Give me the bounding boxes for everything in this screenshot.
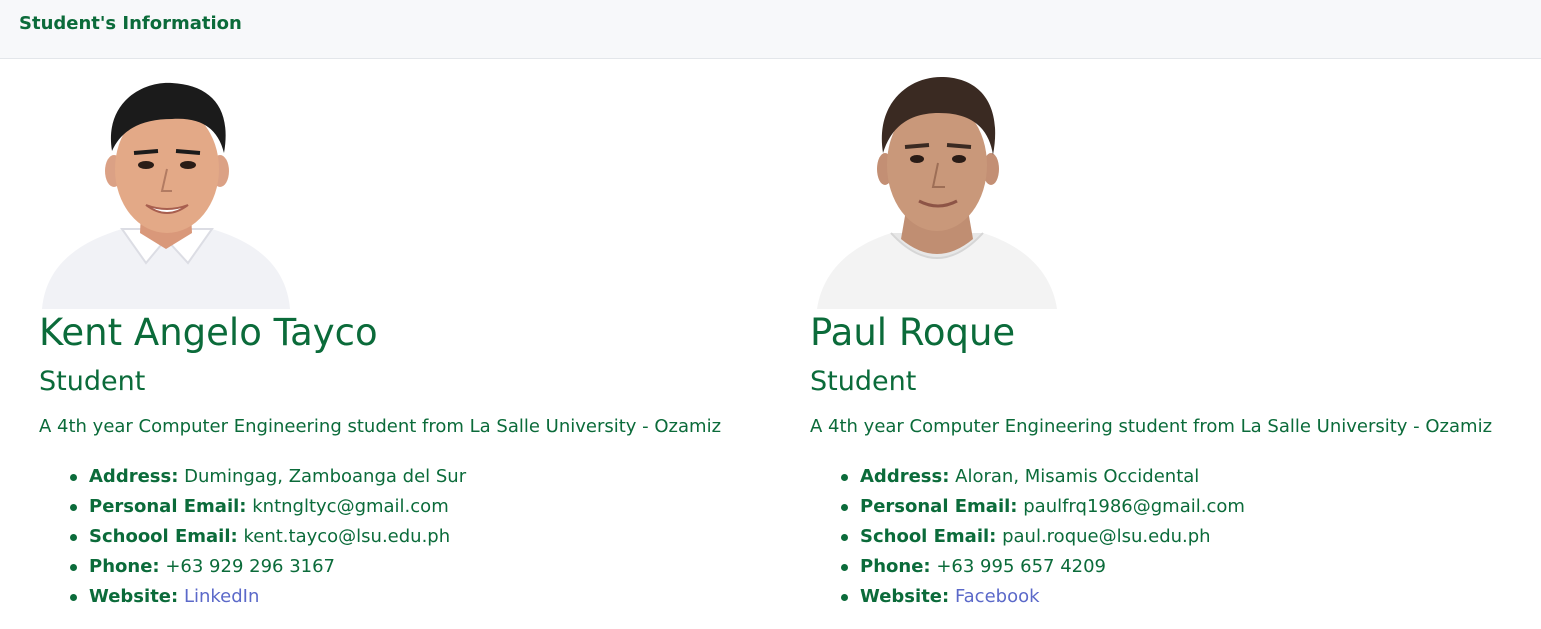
detail-value: kntngltyc@gmail.com: [252, 496, 449, 517]
page-title: Student's Information: [19, 13, 242, 34]
detail-value: Aloran, Misamis Occidental: [955, 466, 1200, 487]
detail-label: Website:: [860, 586, 950, 607]
detail-value: +63 995 657 4209: [936, 556, 1107, 577]
detail-label: Phone:: [89, 556, 160, 577]
student-role: Student: [810, 366, 917, 397]
detail-address: Address: Dumingag, Zamboanga del Sur: [70, 462, 466, 492]
detail-value: paulfrq1986@gmail.com: [1023, 496, 1245, 517]
student-photo: [42, 73, 290, 309]
detail-personal-email: Personal Email: kntngltyc@gmail.com: [70, 492, 466, 522]
detail-address: Address: Aloran, Misamis Occidental: [841, 462, 1245, 492]
student-details-list: Address: Dumingag, Zamboanga del Sur Per…: [70, 462, 466, 612]
student-name: Paul Roque: [810, 311, 1016, 354]
detail-phone: Phone: +63 995 657 4209: [841, 552, 1245, 582]
detail-school-email: Schoool Email: kent.tayco@lsu.edu.ph: [70, 522, 466, 552]
student-card: Paul Roque Student A 4th year Computer E…: [771, 59, 1531, 629]
detail-school-email: School Email: paul.roque@lsu.edu.ph: [841, 522, 1245, 552]
detail-label: Address:: [860, 466, 950, 487]
detail-value: kent.tayco@lsu.edu.ph: [243, 526, 451, 547]
page-header: Student's Information: [0, 0, 1541, 59]
student-card: Kent Angelo Tayco Student A 4th year Com…: [0, 59, 760, 629]
detail-label: Phone:: [860, 556, 931, 577]
detail-phone: Phone: +63 929 296 3167: [70, 552, 466, 582]
student-details-list: Address: Aloran, Misamis Occidental Pers…: [841, 462, 1245, 612]
detail-label: Personal Email:: [89, 496, 247, 517]
detail-value: paul.roque@lsu.edu.ph: [1002, 526, 1211, 547]
detail-label: Personal Email:: [860, 496, 1018, 517]
detail-website: Website: LinkedIn: [70, 582, 466, 612]
detail-label: School Email:: [860, 526, 997, 547]
detail-label: Address:: [89, 466, 179, 487]
student-description: A 4th year Computer Engineering student …: [810, 416, 1493, 437]
detail-website: Website: Facebook: [841, 582, 1245, 612]
student-photo: [817, 73, 1057, 309]
detail-label: Schoool Email:: [89, 526, 238, 547]
student-name: Kent Angelo Tayco: [39, 311, 378, 354]
student-description: A 4th year Computer Engineering student …: [39, 416, 722, 437]
student-role: Student: [39, 366, 146, 397]
detail-value: Dumingag, Zamboanga del Sur: [184, 466, 467, 487]
detail-label: Website:: [89, 586, 179, 607]
website-link[interactable]: LinkedIn: [184, 586, 259, 607]
detail-personal-email: Personal Email: paulfrq1986@gmail.com: [841, 492, 1245, 522]
detail-value: +63 929 296 3167: [165, 556, 336, 577]
website-link[interactable]: Facebook: [955, 586, 1040, 607]
